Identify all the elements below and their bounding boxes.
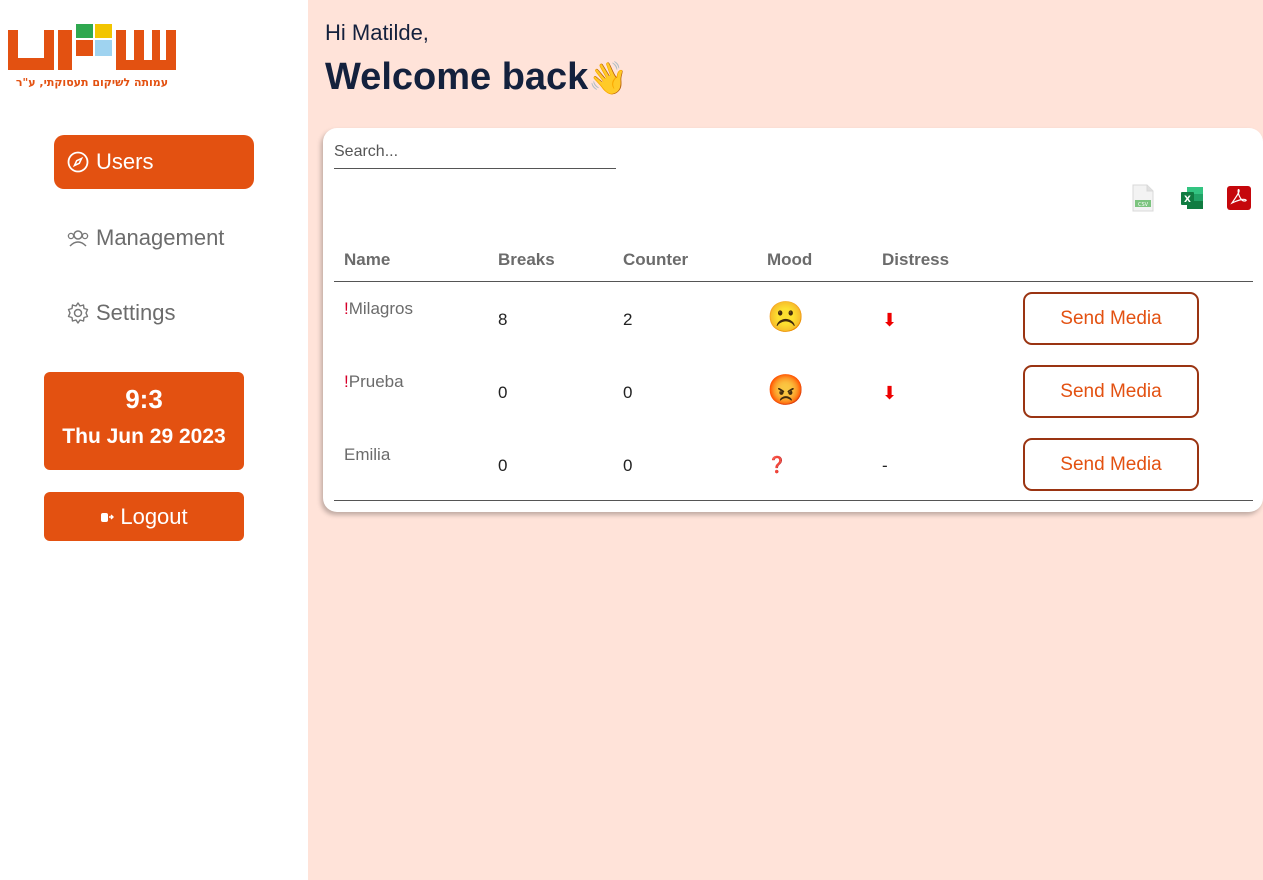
users-icon bbox=[66, 226, 90, 250]
csv-export-icon[interactable]: CSV bbox=[1130, 184, 1156, 212]
table-header: Name Breaks Counter Mood Distress bbox=[334, 240, 1253, 282]
welcome-text: Welcome back bbox=[325, 56, 589, 98]
distress-down-arrow-icon: ⬇ bbox=[882, 383, 898, 403]
clock-date: Thu Jun 29 2023 bbox=[62, 425, 226, 448]
column-header-counter[interactable]: Counter bbox=[623, 250, 688, 270]
mood-unknown-icon: ❓ bbox=[767, 457, 787, 474]
send-media-button[interactable]: Send Media bbox=[1023, 365, 1199, 418]
mood-frowning-icon: ☹️ bbox=[767, 301, 805, 334]
send-media-button[interactable]: Send Media bbox=[1023, 438, 1199, 491]
page-title: Welcome back👋 bbox=[325, 56, 628, 99]
counter-value: 0 bbox=[623, 383, 633, 402]
sidebar-item-label: Users bbox=[96, 149, 154, 174]
sidebar-item-settings[interactable]: Settings bbox=[54, 286, 254, 340]
breaks-value: 8 bbox=[498, 310, 508, 329]
counter-value: 0 bbox=[623, 456, 633, 475]
users-table-card: CSV X Name Breaks Counter Mood Distress … bbox=[323, 128, 1263, 512]
excel-export-label: X bbox=[1184, 195, 1191, 205]
sidebar: עמותה לשיקום תעסוקתי, ע"ר Users Manageme… bbox=[0, 0, 308, 880]
excel-export-icon[interactable]: X bbox=[1179, 184, 1205, 212]
breaks-value: 0 bbox=[498, 383, 508, 402]
clock-widget: 9:3 Thu Jun 29 2023 bbox=[44, 372, 244, 470]
user-name[interactable]: !Milagros bbox=[344, 299, 413, 319]
column-header-mood[interactable]: Mood bbox=[767, 250, 812, 270]
brand-logo[interactable]: עמותה לשיקום תעסוקתי, ע"ר bbox=[6, 22, 178, 92]
send-media-button[interactable]: Send Media bbox=[1023, 292, 1199, 345]
sidebar-item-management[interactable]: Management bbox=[54, 211, 254, 265]
clock-time: 9:3 bbox=[125, 384, 163, 414]
mood-angry-icon: 😡 bbox=[767, 374, 805, 407]
table-row: !Prueba 0 0 😡 ⬇ Send Media bbox=[334, 355, 1253, 428]
column-header-distress[interactable]: Distress bbox=[882, 250, 949, 270]
csv-export-label: CSV bbox=[1138, 202, 1149, 208]
waving-hand-icon: 👋 bbox=[588, 60, 629, 96]
pdf-export-icon[interactable] bbox=[1226, 184, 1252, 212]
sidebar-item-users[interactable]: Users bbox=[54, 135, 254, 189]
logo-tagline: עמותה לשיקום תעסוקתי, ע"ר bbox=[16, 76, 168, 89]
user-name[interactable]: !Prueba bbox=[344, 372, 404, 392]
greeting-text: Hi Matilde, bbox=[325, 20, 429, 45]
distress-down-arrow-icon: ⬇ bbox=[882, 310, 898, 330]
gear-icon bbox=[66, 301, 90, 325]
counter-value: 2 bbox=[623, 310, 633, 329]
sidebar-item-label: Settings bbox=[96, 300, 176, 325]
column-header-name[interactable]: Name bbox=[344, 250, 390, 270]
table-row: Emilia 0 0 ❓ - Send Media bbox=[334, 428, 1253, 501]
table-row: !Milagros 8 2 ☹️ ⬇ Send Media bbox=[334, 282, 1253, 355]
logout-icon bbox=[100, 504, 115, 530]
compass-icon bbox=[66, 150, 90, 174]
user-name[interactable]: Emilia bbox=[344, 445, 390, 465]
distress-value: - bbox=[882, 456, 888, 475]
breaks-value: 0 bbox=[498, 456, 508, 475]
search-input[interactable] bbox=[334, 136, 616, 169]
table-footer-divider bbox=[334, 500, 1253, 501]
column-header-breaks[interactable]: Breaks bbox=[498, 250, 555, 270]
logout-button[interactable]: Logout bbox=[44, 492, 244, 541]
logout-label: Logout bbox=[120, 503, 188, 529]
sidebar-item-label: Management bbox=[96, 225, 225, 250]
